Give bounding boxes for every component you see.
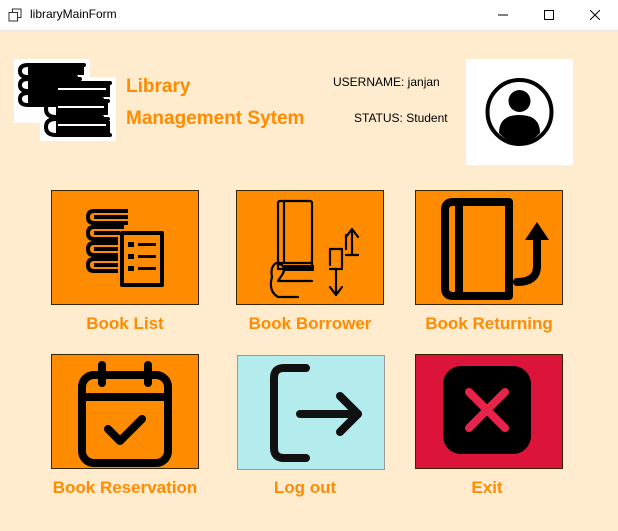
book-borrower-label[interactable]: Book Borrower <box>220 314 400 334</box>
exit-label[interactable]: Exit <box>397 478 577 498</box>
user-avatar-icon <box>485 78 554 146</box>
app-title-line1: Library <box>126 76 191 97</box>
close-button[interactable] <box>572 0 618 30</box>
stacked-books-icon <box>14 59 116 141</box>
username-label: USERNAME: janjan <box>333 75 440 89</box>
avatar <box>466 59 573 165</box>
logout-label[interactable]: Log out <box>215 478 395 498</box>
book-list-icon <box>86 208 164 287</box>
app-window-icon <box>8 8 22 22</box>
maximize-icon <box>544 10 554 20</box>
window-title: libraryMainForm <box>30 7 117 21</box>
book-reservation-label[interactable]: Book Reservation <box>35 478 215 498</box>
minimize-button[interactable] <box>480 0 526 30</box>
book-returning-button[interactable] <box>415 190 563 305</box>
close-icon <box>590 10 600 20</box>
calendar-check-icon <box>78 360 172 467</box>
status-label: STATUS: Student <box>354 111 448 125</box>
exit-button[interactable] <box>415 354 563 469</box>
book-return-icon <box>441 197 549 300</box>
logout-icon <box>270 363 362 462</box>
book-reservation-button[interactable] <box>51 354 199 469</box>
book-returning-label[interactable]: Book Returning <box>399 314 579 334</box>
app-title-line2: Management Sytem <box>126 108 305 129</box>
book-list-label[interactable]: Book List <box>35 314 215 334</box>
book-borrower-button[interactable] <box>236 190 384 305</box>
book-borrow-icon <box>269 199 360 298</box>
logout-button[interactable] <box>237 355 385 470</box>
book-list-button[interactable] <box>51 190 199 305</box>
main-window: libraryMainForm Library Management Sytem… <box>0 0 618 531</box>
maximize-button[interactable] <box>526 0 572 30</box>
minimize-icon <box>498 14 508 16</box>
exit-x-icon <box>443 365 531 454</box>
title-bar: libraryMainForm <box>0 0 618 31</box>
